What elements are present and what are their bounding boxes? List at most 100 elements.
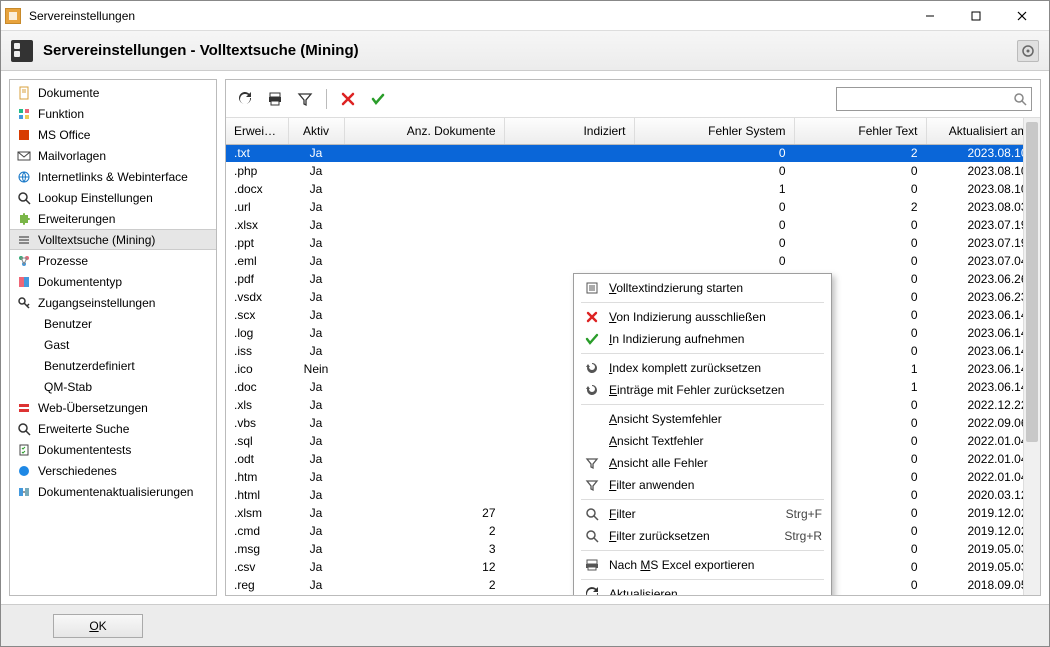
- sidebar-item-dokumente[interactable]: Dokumente: [10, 82, 216, 103]
- menu-item[interactable]: Einträge mit Fehler zurücksetzen: [577, 379, 828, 401]
- menu-item[interactable]: Ansicht alle Fehler: [577, 452, 828, 474]
- key-icon: [16, 295, 32, 311]
- menu-item[interactable]: In Indizierung aufnehmen: [577, 328, 828, 350]
- sidebar-item-gast[interactable]: Gast: [10, 334, 216, 355]
- print-button[interactable]: [264, 88, 286, 110]
- include-button[interactable]: [367, 88, 389, 110]
- misc-icon: [16, 463, 32, 479]
- menu-item[interactable]: Ansicht Textfehler: [577, 430, 828, 452]
- col-erweiterung[interactable]: Erwei…: [226, 118, 288, 144]
- exclude-button[interactable]: [337, 88, 359, 110]
- grid-container: Erwei… Aktiv Anz. Dokumente Indiziert Fe…: [226, 118, 1023, 595]
- sidebar-item-verschiedenes[interactable]: Verschiedenes: [10, 460, 216, 481]
- sidebar-item-label: Benutzerdefiniert: [44, 359, 135, 373]
- sidebar-item-erweiterungen[interactable]: Erweiterungen: [10, 208, 216, 229]
- window-title: Servereinstellungen: [29, 9, 907, 23]
- sidebar-item-web-bersetzungen[interactable]: Web-Übersetzungen: [10, 397, 216, 418]
- sidebar-item-dokumententyp[interactable]: Dokumententyp: [10, 271, 216, 292]
- menu-item[interactable]: Filter zurücksetzenStrg+R: [577, 525, 828, 547]
- menu-item[interactable]: Filter anwenden: [577, 474, 828, 496]
- search-input[interactable]: [841, 92, 1013, 106]
- sidebar-item-mailvorlagen[interactable]: Mailvorlagen: [10, 145, 216, 166]
- play-icon: [583, 281, 601, 295]
- menu-item-shortcut: Strg+F: [786, 507, 822, 521]
- search-icon[interactable]: [1013, 92, 1027, 106]
- col-fehler-system[interactable]: Fehler System: [634, 118, 794, 144]
- menu-item-label: In Indizierung aufnehmen: [609, 332, 822, 346]
- reset-icon: [583, 361, 601, 375]
- table-row[interactable]: .emlJa002023.07.04: [226, 252, 1023, 270]
- menu-item-label: Filter: [609, 507, 778, 521]
- table-row[interactable]: .pptJa002023.07.19: [226, 234, 1023, 252]
- refresh-icon: [583, 587, 601, 595]
- header-settings-button[interactable]: [1017, 40, 1039, 62]
- xred-icon: [583, 310, 601, 324]
- menu-item[interactable]: Index komplett zurücksetzen: [577, 357, 828, 379]
- sidebar-item-label: Funktion: [38, 107, 84, 121]
- globe-icon: [16, 169, 32, 185]
- maximize-button[interactable]: [953, 1, 999, 31]
- filter-button[interactable]: [294, 88, 316, 110]
- sidebar-item-lookup-einstellungen[interactable]: Lookup Einstellungen: [10, 187, 216, 208]
- sidebar-item-label: Volltextsuche (Mining): [38, 233, 155, 247]
- footer: OK: [1, 604, 1049, 646]
- page-header: Servereinstellungen - Volltextsuche (Min…: [1, 31, 1049, 71]
- menu-item[interactable]: Nach MS Excel exportieren: [577, 554, 828, 576]
- search-icon: [583, 507, 601, 521]
- table-row[interactable]: .urlJa022023.08.03: [226, 198, 1023, 216]
- page-title: Servereinstellungen - Volltextsuche (Min…: [43, 42, 1017, 59]
- context-menu: Volltextindzierung starten Von Indizierun…: [573, 273, 832, 595]
- mining-icon: [16, 232, 32, 248]
- sidebar-item-funktion[interactable]: Funktion: [10, 103, 216, 124]
- table-row[interactable]: .xlsxJa002023.07.19: [226, 216, 1023, 234]
- sidebar-item-benutzerdefiniert[interactable]: Benutzerdefiniert: [10, 355, 216, 376]
- sidebar-item-internetlinks-webinterface[interactable]: Internetlinks & Webinterface: [10, 166, 216, 187]
- reset-icon: [583, 383, 601, 397]
- menu-item-label: Index komplett zurücksetzen: [609, 361, 822, 375]
- sidebar-item-erweiterte-suche[interactable]: Erweiterte Suche: [10, 418, 216, 439]
- col-fehler-text[interactable]: Fehler Text: [794, 118, 926, 144]
- scrollbar-thumb[interactable]: [1026, 122, 1038, 442]
- search-container: [836, 87, 1032, 111]
- sidebar-item-ms-office[interactable]: MS Office: [10, 124, 216, 145]
- app-icon: [5, 8, 21, 24]
- sidebar-item-label: Web-Übersetzungen: [38, 401, 148, 415]
- menu-item[interactable]: Ansicht Systemfehler: [577, 408, 828, 430]
- scrollbar-track[interactable]: [1023, 118, 1040, 595]
- sidebar-item-benutzer[interactable]: Benutzer: [10, 313, 216, 334]
- table-row[interactable]: .phpJa002023.08.10: [226, 162, 1023, 180]
- ok-button[interactable]: OK: [53, 614, 143, 638]
- sidebar-item-label: Dokumente: [38, 86, 99, 100]
- table-row[interactable]: .txtJa022023.08.10: [226, 144, 1023, 162]
- sidebar-item-prozesse[interactable]: Prozesse: [10, 250, 216, 271]
- minimize-button[interactable]: [907, 1, 953, 31]
- sidebar-item-zugangseinstellungen[interactable]: Zugangseinstellungen: [10, 292, 216, 313]
- menu-item-label: Einträge mit Fehler zurücksetzen: [609, 383, 822, 397]
- refresh-button[interactable]: [234, 88, 256, 110]
- table-row[interactable]: .docxJa102023.08.10: [226, 180, 1023, 198]
- close-button[interactable]: [999, 1, 1045, 31]
- col-indiziert[interactable]: Indiziert: [504, 118, 634, 144]
- menu-item-label: Ansicht alle Fehler: [609, 456, 822, 470]
- menu-item[interactable]: Aktualisieren: [577, 583, 828, 595]
- col-aktiv[interactable]: Aktiv: [288, 118, 344, 144]
- sidebar-item-label: Dokumentenaktualisierungen: [38, 485, 193, 499]
- sidebar-item-label: MS Office: [38, 128, 90, 142]
- filter-icon: [583, 456, 601, 470]
- menu-item[interactable]: Von Indizierung ausschließen: [577, 306, 828, 328]
- col-anz[interactable]: Anz. Dokumente: [344, 118, 504, 144]
- titlebar: Servereinstellungen: [1, 1, 1049, 31]
- sidebar-item-qm-stab[interactable]: QM-Stab: [10, 376, 216, 397]
- menu-item[interactable]: Volltextindzierung starten: [577, 277, 828, 299]
- menu-item-label: Filter zurücksetzen: [609, 529, 776, 543]
- sidebar-item-dokumententests[interactable]: Dokumententests: [10, 439, 216, 460]
- sidebar-item-volltextsuche-mining-[interactable]: Volltextsuche (Mining): [10, 229, 216, 250]
- checkgreen-icon: [583, 332, 601, 346]
- menu-item-label: Von Indizierung ausschließen: [609, 310, 822, 324]
- sidebar-item-label: Dokumententyp: [38, 275, 122, 289]
- menu-separator: [581, 579, 824, 580]
- menu-item[interactable]: Filter Strg+F: [577, 503, 828, 525]
- sidebar-item-dokumentenaktualisierungen[interactable]: Dokumentenaktualisierungen: [10, 481, 216, 502]
- col-aktualisiert[interactable]: Aktualisiert am: [926, 118, 1023, 144]
- menu-item-label: Volltextindzierung starten: [609, 281, 822, 295]
